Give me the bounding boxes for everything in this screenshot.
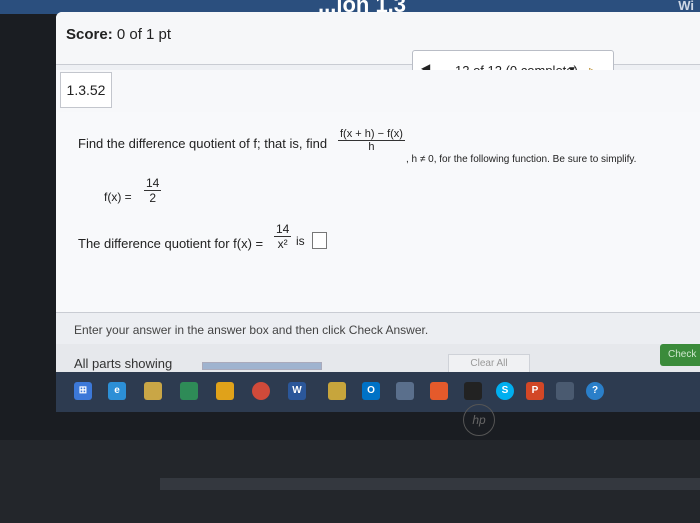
score: Score: 0 of 1 pt xyxy=(66,26,171,43)
chrome-icon[interactable] xyxy=(252,382,270,400)
question-number: 1.3.52 xyxy=(60,72,112,108)
app-icon[interactable] xyxy=(430,382,448,400)
help-icon[interactable]: ? xyxy=(586,382,604,400)
check-answer-button[interactable]: Check xyxy=(660,344,700,366)
outlook-icon[interactable]: O xyxy=(362,382,380,400)
difference-quotient-fraction: f(x + h) − f(x) h xyxy=(338,128,405,153)
hp-logo-icon: hp xyxy=(463,404,495,436)
hint-text: Enter your answer in the answer box and … xyxy=(74,323,429,337)
answer-is-text: is xyxy=(296,234,305,248)
function-fraction: 14 2 xyxy=(144,176,162,205)
word-icon[interactable]: W xyxy=(288,382,306,400)
powerpoint-icon[interactable]: P xyxy=(526,382,544,400)
camera-icon[interactable] xyxy=(556,382,574,400)
dq-denominator: h xyxy=(368,141,375,153)
answer-input-box[interactable] xyxy=(312,232,327,249)
hint-bar: Enter your answer in the answer box and … xyxy=(56,312,700,345)
fx-numerator: 14 xyxy=(144,176,162,191)
condition-text: , h ≠ 0, for the following function. Be … xyxy=(406,154,637,165)
mail-icon[interactable] xyxy=(464,382,482,400)
pen-icon[interactable] xyxy=(216,382,234,400)
answer-prompt: The difference quotient for f(x) = xyxy=(78,236,264,251)
question-content: Find the difference quotient of f; that … xyxy=(56,112,700,312)
windows-icon[interactable]: ⊞ xyxy=(74,382,92,400)
question-number-bar: 1.3.52 xyxy=(56,70,700,113)
app-screen: Score: 0 of 1 pt ◀ 12 of 12 (0 complete)… xyxy=(56,12,700,412)
fx-denominator: 2 xyxy=(149,191,157,205)
function-definition: f(x) = xyxy=(104,190,132,204)
score-value: 0 of 1 pt xyxy=(116,26,172,43)
parts-showing-label: All parts showing xyxy=(74,356,173,371)
ans-numerator: 14 xyxy=(274,222,292,237)
instruction-text: Find the difference quotient of f; that … xyxy=(78,136,328,151)
fx-label: f(x) = xyxy=(104,190,132,204)
skype-icon[interactable]: S xyxy=(496,382,514,400)
marker-icon[interactable] xyxy=(328,382,346,400)
ie-icon[interactable]: e xyxy=(108,382,126,400)
windows-taskbar: ⊞ e W O S P ? xyxy=(56,372,700,412)
folder-icon[interactable] xyxy=(144,382,162,400)
ans-denominator: x² xyxy=(277,237,288,251)
dq-numerator: f(x + h) − f(x) xyxy=(338,128,405,141)
clear-all-button[interactable]: Clear All xyxy=(448,354,530,374)
store-icon[interactable] xyxy=(180,382,198,400)
parts-progress-bar xyxy=(202,362,322,370)
score-label: Score: xyxy=(66,26,113,43)
progress-fill xyxy=(203,363,321,369)
laptop-hinge-strip xyxy=(160,478,700,490)
media-icon[interactable] xyxy=(396,382,414,400)
answer-function-fraction: 14 x² xyxy=(274,222,292,251)
